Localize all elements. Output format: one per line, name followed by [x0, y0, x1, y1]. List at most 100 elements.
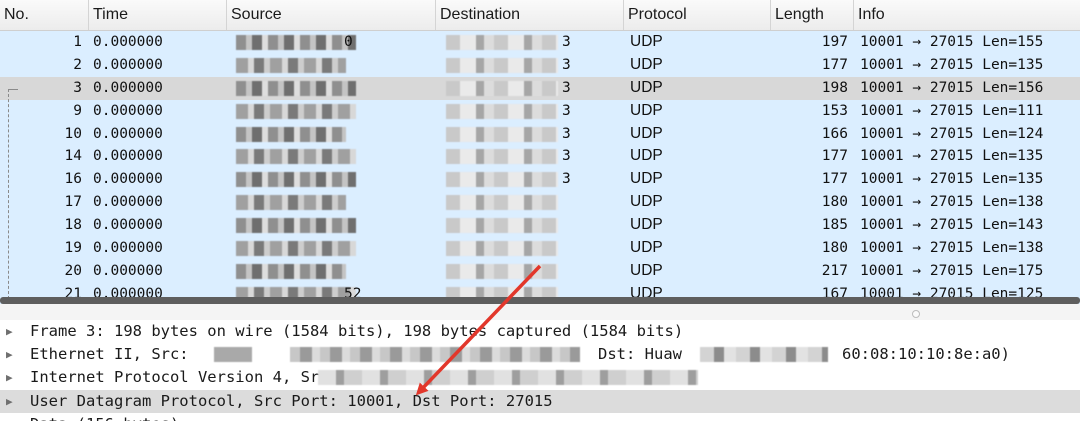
packet-protocol: UDP — [630, 239, 663, 257]
packet-length: 197 — [821, 34, 848, 50]
packet-info: 10001 → 27015 Len=143 — [860, 217, 1044, 234]
packet-row[interactable]: 17 0.000000 UDP 180 10001 → 27015 Len=138 — [0, 191, 1080, 215]
redaction-block — [214, 347, 252, 363]
redaction-block — [236, 195, 346, 211]
packet-no: 9 — [73, 102, 82, 119]
packet-details-pane[interactable]: ▶ Frame 3: 198 bytes on wire (1584 bits)… — [0, 320, 1080, 421]
redaction-block — [446, 195, 558, 211]
packet-row[interactable]: 10 0.000000 3 UDP 166 10001 → 27015 Len=124 — [0, 122, 1080, 146]
packet-row[interactable]: 3 0.000000 3 UDP 198 10001 → 27015 Len=156 — [0, 76, 1080, 100]
redaction-block — [290, 347, 580, 363]
packet-protocol: UDP — [630, 147, 663, 165]
packet-info: 10001 → 27015 Len=138 — [860, 240, 1044, 257]
packet-list-header: No. Time Source Destination Protocol Len… — [0, 0, 1080, 31]
expand-triangle-icon[interactable]: ▶ — [6, 320, 13, 343]
packet-row[interactable]: 2 0.000000 3 UDP 177 10001 → 27015 Len=135 — [0, 53, 1080, 77]
packet-destination: 3 — [440, 54, 620, 77]
column-header-no[interactable]: No. — [0, 0, 88, 30]
packet-row[interactable]: 18 0.000000 UDP 185 10001 → 27015 Len=143 — [0, 214, 1080, 238]
packet-destination-tail: 3 — [562, 148, 571, 165]
redaction-block — [446, 57, 558, 73]
packet-info: 10001 → 27015 Len=156 — [860, 79, 1044, 96]
packet-row[interactable]: 16 0.000000 3 UDP 177 10001 → 27015 Len=135 — [0, 168, 1080, 192]
packet-row[interactable]: 1 0.000000 0 3 UDP 197 10001 → 27015 Len=155 — [0, 31, 1080, 54]
detail-udp-text: User Datagram Protocol, Src Port: 10001,… — [30, 391, 553, 410]
packet-destination: 3 — [440, 100, 620, 123]
detail-row-frame[interactable]: ▶ Frame 3: 198 bytes on wire (1584 bits)… — [0, 320, 1080, 343]
expand-triangle-icon[interactable]: ▶ — [6, 366, 13, 389]
packet-destination-tail: 3 — [562, 56, 571, 73]
redaction-block — [236, 103, 356, 119]
packet-info: 10001 → 27015 Len=175 — [860, 262, 1044, 279]
packet-protocol: UDP — [630, 193, 663, 211]
redaction-block — [236, 241, 356, 257]
packet-row[interactable]: 14 0.000000 3 UDP 177 10001 → 27015 Len=135 — [0, 145, 1080, 169]
column-header-source[interactable]: Source — [226, 0, 435, 30]
redaction-block — [446, 241, 558, 257]
packet-destination: 3 — [440, 31, 620, 54]
column-header-info[interactable]: Info — [853, 0, 1080, 30]
redaction-block — [318, 370, 698, 386]
packet-source — [232, 77, 432, 100]
redaction-block — [446, 172, 558, 188]
packet-source — [232, 237, 432, 260]
packet-destination: 3 — [440, 123, 620, 146]
packet-protocol: UDP — [630, 124, 663, 142]
detail-row-ip[interactable]: ▶ Internet Protocol Version 4, Sr — [0, 366, 1080, 389]
redaction-block — [236, 263, 346, 279]
packet-row[interactable]: 9 0.000000 3 UDP 153 10001 → 27015 Len=111 — [0, 99, 1080, 123]
redaction-block — [446, 126, 558, 142]
redaction-block — [236, 57, 346, 73]
horizontal-scrollbar[interactable] — [0, 297, 1080, 304]
column-header-length[interactable]: Length — [770, 0, 853, 30]
packet-length: 198 — [821, 79, 848, 96]
redaction-block — [446, 35, 558, 50]
packet-time: 0.000000 — [93, 102, 163, 119]
packet-time: 0.000000 — [93, 79, 163, 96]
detail-row-data[interactable]: ▶ Data (156 bytes) — [0, 413, 1080, 421]
packet-source — [232, 54, 432, 77]
redaction-block — [236, 218, 356, 234]
detail-row-ethernet[interactable]: ▶ Ethernet II, Src: Dst: Huaw 60:08:10:1… — [0, 343, 1080, 366]
packet-protocol: UDP — [630, 33, 663, 50]
packet-info: 10001 → 27015 Len=135 — [860, 148, 1044, 165]
column-header-time[interactable]: Time — [88, 0, 226, 30]
detail-ethernet-mac: 60:08:10:10:8e:a0) — [842, 345, 1010, 364]
packet-length: 180 — [821, 194, 848, 211]
packet-source — [232, 214, 432, 237]
packet-row[interactable]: 19 0.000000 UDP 180 10001 → 27015 Len=138 — [0, 237, 1080, 260]
redaction-block — [446, 103, 558, 119]
packet-length: 177 — [821, 56, 848, 73]
splitter-handle-icon[interactable] — [912, 310, 920, 318]
detail-ip-text: Internet Protocol Version 4, Sr — [30, 368, 320, 387]
packet-row[interactable]: 20 0.000000 UDP 217 10001 → 27015 Len=175 — [0, 259, 1080, 283]
packet-destination-tail: 3 — [562, 102, 571, 119]
packet-list[interactable]: No. Time Source Destination Protocol Len… — [0, 0, 1080, 320]
detail-ethernet-dst: Dst: Huaw — [598, 345, 682, 364]
column-header-protocol[interactable]: Protocol — [623, 0, 770, 30]
packet-source — [232, 100, 432, 123]
packet-time: 0.000000 — [93, 34, 163, 50]
packet-destination: 3 — [440, 168, 620, 191]
detail-ethernet-prefix: Ethernet II, Src: — [30, 345, 189, 364]
packet-protocol: UDP — [630, 101, 663, 119]
expand-triangle-icon[interactable]: ▶ — [6, 343, 13, 366]
expand-triangle-icon[interactable]: ▶ — [6, 413, 13, 421]
detail-row-udp[interactable]: ▶ User Datagram Protocol, Src Port: 1000… — [0, 389, 1080, 413]
packet-no: 19 — [64, 240, 82, 257]
packet-length: 153 — [821, 102, 848, 119]
packet-time: 0.000000 — [93, 125, 163, 142]
expand-triangle-icon[interactable]: ▶ — [6, 390, 13, 413]
packet-destination-tail: 3 — [562, 171, 571, 188]
column-header-destination[interactable]: Destination — [435, 0, 623, 30]
packet-time: 0.000000 — [93, 171, 163, 188]
packet-no: 10 — [64, 125, 82, 142]
packet-destination: 3 — [440, 145, 620, 168]
packet-length: 166 — [821, 125, 848, 142]
packet-source: 0 — [232, 31, 432, 54]
packet-destination — [440, 260, 620, 283]
conversation-bracket-start — [8, 89, 18, 90]
packet-destination — [440, 237, 620, 260]
redaction-block — [446, 149, 558, 165]
packet-time: 0.000000 — [93, 148, 163, 165]
